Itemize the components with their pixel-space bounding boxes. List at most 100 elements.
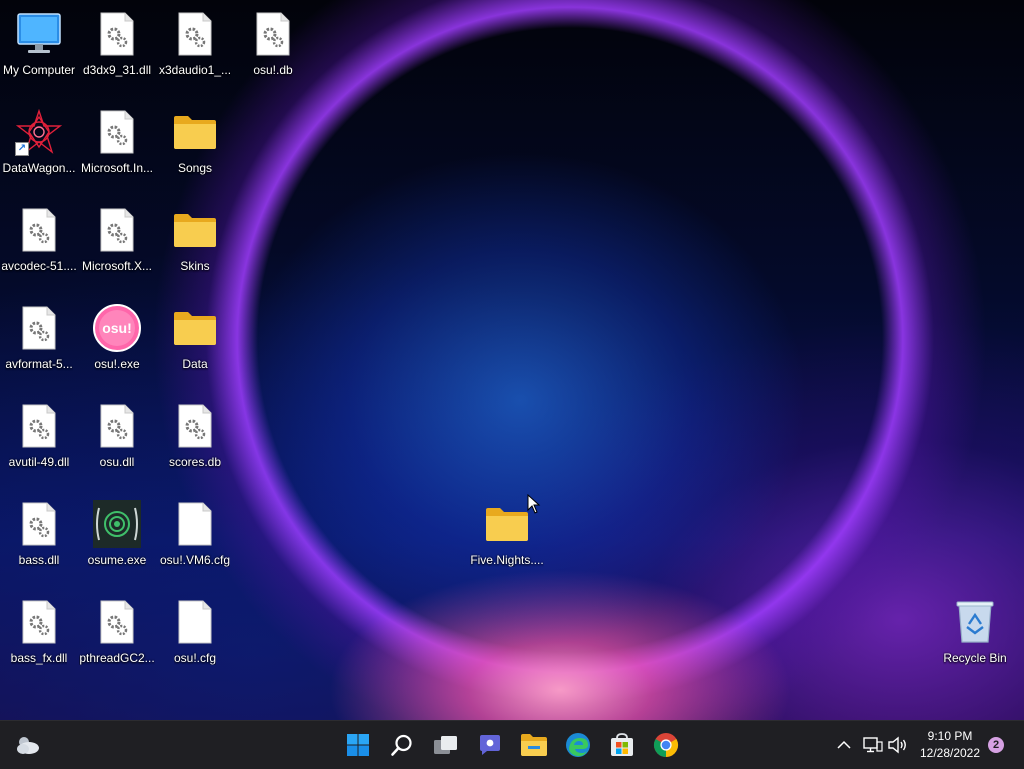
dll-file-icon: [15, 500, 63, 548]
icon-label: osume.exe: [87, 553, 147, 567]
file-explorer-button[interactable]: [518, 729, 550, 761]
desktop-icon-osu-vm6-cfg[interactable]: osu!.VM6.cfg: [156, 494, 234, 582]
task-view-button[interactable]: [430, 729, 462, 761]
clock-time: 9:10 PM: [927, 729, 973, 743]
desktop-icon-x3daudio[interactable]: x3daudio1_...: [156, 4, 234, 92]
desktop-icon-d3dx9[interactable]: d3dx9_31.dll: [78, 4, 156, 92]
shortcut-arrow-icon: ↗: [15, 142, 29, 156]
desktop-icon-osume[interactable]: osume.exe: [78, 494, 156, 582]
dll-file-icon: [15, 402, 63, 450]
dll-file-icon: [171, 402, 219, 450]
icon-label: Microsoft.In...: [80, 161, 154, 175]
start-button[interactable]: [342, 729, 374, 761]
clock-date: 12/28/2022: [919, 746, 981, 760]
chevron-up-icon: [837, 740, 851, 749]
volume-icon: [888, 736, 906, 754]
dll-file-icon: [249, 10, 297, 58]
desktop-icon-avcodec[interactable]: avcodec-51....: [0, 200, 78, 288]
dll-file-icon: [15, 304, 63, 352]
store-icon: [611, 733, 633, 756]
desktop-icon-songs-folder[interactable]: Songs: [156, 102, 234, 190]
task-view-icon: [434, 736, 457, 754]
icon-label: My Computer: [2, 63, 76, 77]
folder-icon: [483, 500, 531, 548]
file-icon: [171, 598, 219, 646]
recycle-bin-icon: [951, 598, 999, 646]
icon-label: osu!.exe: [94, 357, 140, 371]
notification-badge[interactable]: 2: [988, 737, 1004, 753]
desktop-icon-microsoft-in[interactable]: Microsoft.In...: [78, 102, 156, 190]
svg-text:osu!: osu!: [102, 320, 132, 336]
icon-label: Songs: [177, 161, 213, 175]
dll-file-icon: [15, 206, 63, 254]
icon-label: osu!.cfg: [173, 651, 217, 665]
mouse-cursor-icon: [527, 493, 541, 519]
desktop-icon-skins-folder[interactable]: Skins: [156, 200, 234, 288]
icon-label: osu.dll: [99, 455, 135, 469]
osu-icon: osu!: [93, 304, 141, 352]
teams-chat-icon: [480, 735, 500, 755]
folder-icon: [171, 206, 219, 254]
clock-button[interactable]: 9:10 PM 12/28/2022: [916, 727, 984, 763]
icon-label: bass_fx.dll: [10, 651, 68, 665]
desktop-icon-osu-cfg[interactable]: osu!.cfg: [156, 592, 234, 680]
icon-label: Five.Nights....: [470, 553, 544, 567]
icon-label: Data: [182, 357, 208, 371]
dll-file-icon: [93, 206, 141, 254]
icon-label: x3daudio1_...: [158, 63, 232, 77]
desktop-icon-osu-db[interactable]: osu!.db: [234, 4, 312, 92]
desktop-icon-osu-dll[interactable]: osu.dll: [78, 396, 156, 484]
icon-label: osu!.VM6.cfg: [159, 553, 231, 567]
desktop-icon-avutil[interactable]: avutil-49.dll: [0, 396, 78, 484]
icon-label: Skins: [180, 259, 210, 273]
desktop-icon-microsoft-x[interactable]: Microsoft.X...: [78, 200, 156, 288]
dll-file-icon: [93, 108, 141, 156]
edge-button[interactable]: [562, 729, 594, 761]
dll-file-icon: [15, 598, 63, 646]
show-hidden-icons-button[interactable]: [830, 729, 858, 761]
store-button[interactable]: [606, 729, 638, 761]
weather-widget-button[interactable]: [12, 729, 44, 761]
desktop-icon-avformat[interactable]: avformat-5...: [0, 298, 78, 386]
chrome-button[interactable]: [650, 729, 682, 761]
icon-label: avcodec-51....: [1, 259, 77, 273]
icon-label: pthreadGC2...: [79, 651, 155, 665]
weather-cloud-icon: [17, 737, 39, 754]
file-icon: [171, 500, 219, 548]
dll-file-icon: [93, 598, 141, 646]
folder-icon: [171, 108, 219, 156]
desktop-icon-datawagon[interactable]: ↗ DataWagon...: [0, 102, 78, 190]
osume-icon: [93, 500, 141, 548]
desktop[interactable]: My Computer ↗ DataWagon... avcodec-51...…: [0, 0, 1024, 720]
windows-start-icon: [347, 734, 369, 756]
dll-file-icon: [93, 10, 141, 58]
computer-icon: [15, 10, 63, 58]
dll-file-icon: [93, 402, 141, 450]
icon-label: d3dx9_31.dll: [82, 63, 152, 77]
icon-label: avformat-5...: [5, 357, 73, 371]
folder-icon: [171, 304, 219, 352]
taskbar: 9:10 PM 12/28/2022 2: [0, 720, 1024, 769]
network-icon: [863, 737, 883, 753]
desktop-icon-data-folder[interactable]: Data: [156, 298, 234, 386]
desktop-icon-pthreadgc2[interactable]: pthreadGC2...: [78, 592, 156, 680]
desktop-icon-my-computer[interactable]: My Computer: [0, 4, 78, 92]
folder-icon: [521, 734, 547, 756]
edge-icon: [566, 733, 590, 757]
search-button[interactable]: [386, 729, 418, 761]
desktop-icon-bass-dll[interactable]: bass.dll: [0, 494, 78, 582]
icon-label: bass.dll: [18, 553, 60, 567]
desktop-icon-recycle-bin[interactable]: Recycle Bin: [936, 592, 1014, 680]
icon-label: scores.db: [168, 455, 222, 469]
chat-button[interactable]: [474, 729, 506, 761]
icon-label: Recycle Bin: [943, 651, 1007, 665]
icon-label: DataWagon...: [2, 161, 76, 175]
network-volume-button[interactable]: [858, 729, 914, 761]
desktop-icon-scores-db[interactable]: scores.db: [156, 396, 234, 484]
desktop-icon-bass-fx[interactable]: bass_fx.dll: [0, 592, 78, 680]
search-icon: [391, 734, 412, 756]
icon-label: osu!.db: [253, 63, 293, 77]
icon-label: avutil-49.dll: [8, 455, 70, 469]
dll-file-icon: [171, 10, 219, 58]
desktop-icon-osu-exe[interactable]: osu! osu!.exe: [78, 298, 156, 386]
